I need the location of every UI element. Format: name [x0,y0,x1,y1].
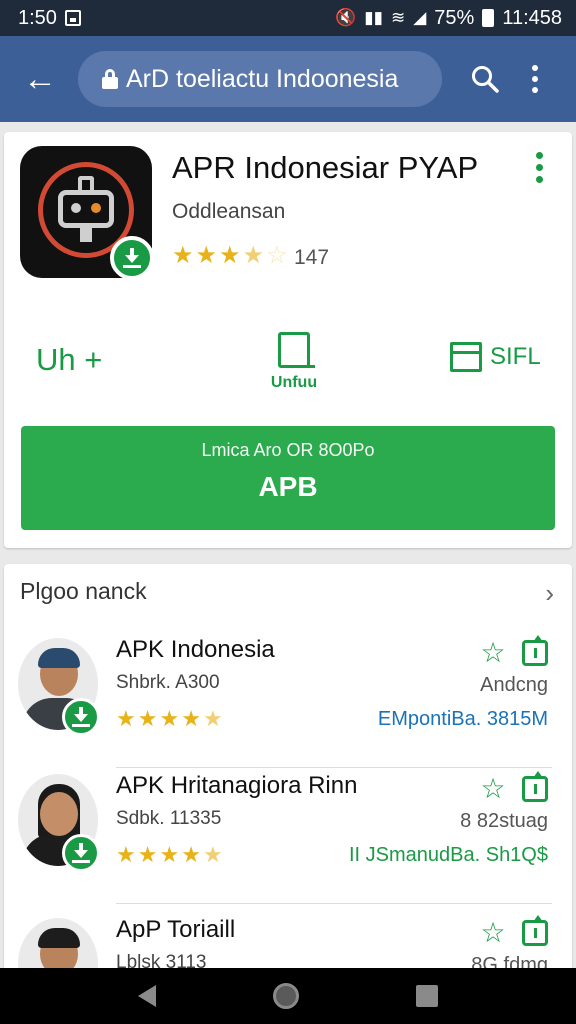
rating-star-icon: ☆ [266,242,288,269]
system-nav-bar [0,968,576,1024]
item-tag: Andcng [480,674,548,696]
install-label: APB [258,471,318,502]
list-item[interactable]: APK Indonesia Shbrk. A300 ★ ★ ★ ★ ★ ☆ Andcng… [4,632,572,768]
item-subtitle: Sdbk. 11335 [116,808,222,829]
app-developer: Oddleansan [172,200,286,223]
rating-star-icon: ★ [181,706,201,731]
item-size: II JSmanudBa. Sh1Q$ [348,844,548,866]
rating-count: 147 [294,246,330,269]
action-left-button[interactable]: Uh + [36,342,102,378]
rating-star-icon: ★ [159,842,180,867]
action-mid-label: Unfuu [270,374,318,391]
lock-icon [102,69,118,89]
download-badge-icon [62,698,100,736]
action-right-button[interactable]: SIFL [450,342,541,372]
url-bar[interactable]: ArD toeliactu Indoonesia [78,51,442,107]
item-title: APK Indonesia [116,636,275,663]
cell-signal-icon: ◢ [413,8,427,27]
item-size: EMpontiBa. 3815M [377,708,548,730]
app-rating-stars: ★ ★ ★ ★ ☆ [172,244,288,268]
rating-star-icon: ★ [116,842,136,867]
install-button[interactable]: Lmica Aro OR 8O0Po APB [21,426,555,530]
rating-star-icon: ★ [219,242,241,269]
rating-star-icon: ★ [242,242,265,269]
nav-back-icon[interactable] [138,985,157,1007]
download-icon[interactable] [522,635,548,666]
folder-icon [450,342,482,372]
favorite-star-icon[interactable]: ☆ [478,918,508,948]
item-title: APK Hritanagiora Rinn [116,772,358,799]
rating-star-icon: ★ [202,842,223,867]
app-icon[interactable] [20,146,154,280]
favorite-star-icon[interactable]: ☆ [478,774,508,804]
status-clock: 11:458 [502,6,562,29]
battery-icon [482,9,495,27]
nav-recents-icon[interactable] [415,985,438,1007]
item-subtitle: Shbrk. A300 [116,672,220,693]
chevron-right-icon[interactable]: › [545,578,554,609]
rating-star-icon: ★ [172,242,194,269]
action-row: Uh + Unfuu SIFL [4,332,572,402]
screenshot-icon [64,10,81,26]
item-title: ApP Toriaill [116,916,236,943]
status-time: 1:50 [18,6,57,29]
signal-icon: ▮▮ [364,8,383,27]
search-icon[interactable] [460,54,510,104]
rating-star-icon: ★ [195,242,218,269]
battery-percent: 75% [434,6,475,29]
download-badge-icon [110,236,154,280]
section-title: Plgoo nanck [20,578,147,604]
install-subtext: Lmica Aro OR 8O0Po [201,440,375,460]
action-mid-button[interactable]: Unfuu [254,332,334,392]
download-icon[interactable] [522,771,548,802]
action-right-label: SIFL [490,343,541,370]
url-text: ArD toeliactu Indoonesia [126,64,399,93]
related-apps-card: Plgoo nanck › APK Indonesia Shbrk. A300 … [4,564,572,984]
item-rating-stars: ★ ★ ★ ★ ★ [116,708,223,730]
rating-star-icon: ★ [202,706,223,731]
rating-star-icon: ★ [181,842,201,867]
app-menu-icon[interactable] [536,152,543,183]
back-arrow-icon[interactable]: ← [16,62,64,96]
item-rating-stars: ★ ★ ★ ★ ★ [116,844,223,866]
download-badge-icon [62,834,100,872]
favorite-star-icon[interactable]: ☆ [478,638,508,668]
document-icon [278,332,315,368]
nav-home-icon[interactable] [272,983,299,1009]
item-tag: 8 82stuag [460,810,548,832]
app-detail-card: APR Indonesiar PYAP Oddleansan ★ ★ ★ ★ ☆ 147… [4,132,572,548]
rating-star-icon: ★ [116,706,136,731]
status-bar: 1:50 🔇 ▮▮ ≋ ◢ 75% 11:458 [0,0,576,36]
list-item[interactable]: APK Hritanagiora Rinn Sdbk. 11335 ★ ★ ★ ★ ★ … [4,768,572,904]
wifi-icon: ≋ [390,8,406,27]
rating-star-icon: ★ [137,842,158,867]
mute-icon: 🔇 [335,8,357,27]
rating-star-icon: ★ [137,706,158,731]
app-title: APR Indonesiar PYAP [172,150,479,185]
rating-star-icon: ★ [159,706,180,731]
app-bar: ← ArD toeliactu Indoonesia [0,36,576,122]
more-vert-icon[interactable] [510,54,560,104]
download-icon[interactable] [522,915,548,946]
